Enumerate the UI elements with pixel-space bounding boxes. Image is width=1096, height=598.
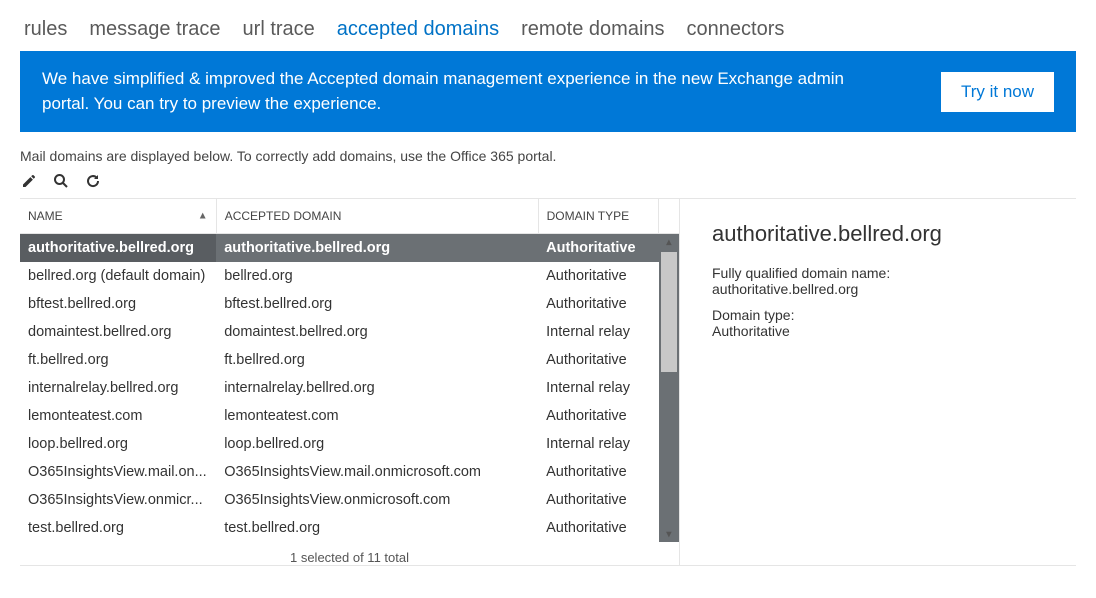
promo-banner-text: We have simplified & improved the Accept…: [42, 67, 872, 116]
tab-bar: rules message trace url trace accepted d…: [20, 0, 1076, 51]
table-row[interactable]: O365InsightsView.onmicr...O365InsightsVi…: [20, 486, 679, 514]
cell-accepted: loop.bellred.org: [216, 430, 538, 458]
cell-name: O365InsightsView.onmicr...: [20, 486, 216, 514]
cell-name: ft.bellred.org: [20, 346, 216, 374]
toolbar: [20, 172, 1076, 190]
cell-accepted: O365InsightsView.mail.onmicrosoft.com: [216, 458, 538, 486]
cell-type: Authoritative: [538, 486, 659, 514]
table-row[interactable]: ft.bellred.orgft.bellred.orgAuthoritativ…: [20, 346, 679, 374]
cell-type: Authoritative: [538, 402, 659, 430]
domains-table: NAME▲ ACCEPTED DOMAIN DOMAIN TYPE author…: [20, 199, 679, 542]
column-header-name[interactable]: NAME▲: [20, 199, 216, 234]
cell-name: internalrelay.bellred.org: [20, 374, 216, 402]
table-row[interactable]: bellred.org (default domain)bellred.orgA…: [20, 262, 679, 290]
cell-accepted: authoritative.bellred.org: [216, 234, 538, 263]
cell-name: O365InsightsView.mail.on...: [20, 458, 216, 486]
cell-name: domaintest.bellred.org: [20, 318, 216, 346]
scroll-down-icon[interactable]: ▾: [659, 526, 679, 542]
cell-type: Internal relay: [538, 430, 659, 458]
tab-remote-domains[interactable]: remote domains: [521, 18, 664, 41]
column-header-spacer: [659, 199, 679, 234]
cell-type: Authoritative: [538, 458, 659, 486]
cell-name: bftest.bellred.org: [20, 290, 216, 318]
cell-accepted: domaintest.bellred.org: [216, 318, 538, 346]
refresh-icon[interactable]: [84, 172, 102, 190]
cell-accepted: bellred.org: [216, 262, 538, 290]
details-type-value: Authoritative: [712, 323, 1066, 339]
tab-accepted-domains[interactable]: accepted domains: [337, 18, 499, 41]
table-row[interactable]: lemonteatest.comlemonteatest.comAuthorit…: [20, 402, 679, 430]
details-type-label: Domain type:: [712, 307, 1066, 323]
table-row[interactable]: loop.bellred.orgloop.bellred.orgInternal…: [20, 430, 679, 458]
table-row[interactable]: bftest.bellred.orgbftest.bellred.orgAuth…: [20, 290, 679, 318]
scroll-thumb[interactable]: [661, 252, 677, 372]
table-row[interactable]: internalrelay.bellred.orginternalrelay.b…: [20, 374, 679, 402]
details-fqdn-value: authoritative.bellred.org: [712, 281, 1066, 297]
cell-name: lemonteatest.com: [20, 402, 216, 430]
promo-banner: We have simplified & improved the Accept…: [20, 51, 1076, 132]
cell-accepted: lemonteatest.com: [216, 402, 538, 430]
details-pane: authoritative.bellred.org Fully qualifie…: [680, 199, 1076, 565]
details-title: authoritative.bellred.org: [712, 221, 1066, 247]
cell-type: Internal relay: [538, 374, 659, 402]
domains-list: NAME▲ ACCEPTED DOMAIN DOMAIN TYPE author…: [20, 199, 680, 565]
tab-message-trace[interactable]: message trace: [89, 18, 220, 41]
edit-icon[interactable]: [20, 172, 38, 190]
scrollbar[interactable]: ▴▾: [659, 234, 679, 543]
table-row[interactable]: domaintest.bellred.orgdomaintest.bellred…: [20, 318, 679, 346]
tab-connectors[interactable]: connectors: [687, 18, 785, 41]
tab-url-trace[interactable]: url trace: [243, 18, 315, 41]
try-it-now-button[interactable]: Try it now: [941, 72, 1054, 112]
cell-name: loop.bellred.org: [20, 430, 216, 458]
cell-accepted: bftest.bellred.org: [216, 290, 538, 318]
table-row[interactable]: O365InsightsView.mail.on...O365InsightsV…: [20, 458, 679, 486]
cell-accepted: O365InsightsView.onmicrosoft.com: [216, 486, 538, 514]
cell-type: Authoritative: [538, 514, 659, 542]
details-fqdn-label: Fully qualified domain name:: [712, 265, 1066, 281]
cell-type: Internal relay: [538, 318, 659, 346]
cell-accepted: internalrelay.bellred.org: [216, 374, 538, 402]
scroll-up-icon[interactable]: ▴: [659, 234, 679, 250]
cell-name: bellred.org (default domain): [20, 262, 216, 290]
cell-accepted: ft.bellred.org: [216, 346, 538, 374]
sort-asc-icon: ▲: [198, 211, 208, 222]
page-hint: Mail domains are displayed below. To cor…: [20, 148, 1076, 164]
cell-type: Authoritative: [538, 290, 659, 318]
cell-accepted: test.bellred.org: [216, 514, 538, 542]
column-header-accepted[interactable]: ACCEPTED DOMAIN: [216, 199, 538, 234]
table-row[interactable]: test.bellred.orgtest.bellred.orgAuthorit…: [20, 514, 679, 542]
tab-rules[interactable]: rules: [24, 18, 67, 41]
cell-type: Authoritative: [538, 262, 659, 290]
selection-status: 1 selected of 11 total: [20, 542, 679, 565]
cell-name: test.bellred.org: [20, 514, 216, 542]
cell-type: Authoritative: [538, 346, 659, 374]
cell-name: authoritative.bellred.org: [20, 234, 216, 263]
cell-type: Authoritative: [538, 234, 659, 263]
search-icon[interactable]: [52, 172, 70, 190]
table-row[interactable]: authoritative.bellred.orgauthoritative.b…: [20, 234, 679, 263]
column-header-type[interactable]: DOMAIN TYPE: [538, 199, 659, 234]
